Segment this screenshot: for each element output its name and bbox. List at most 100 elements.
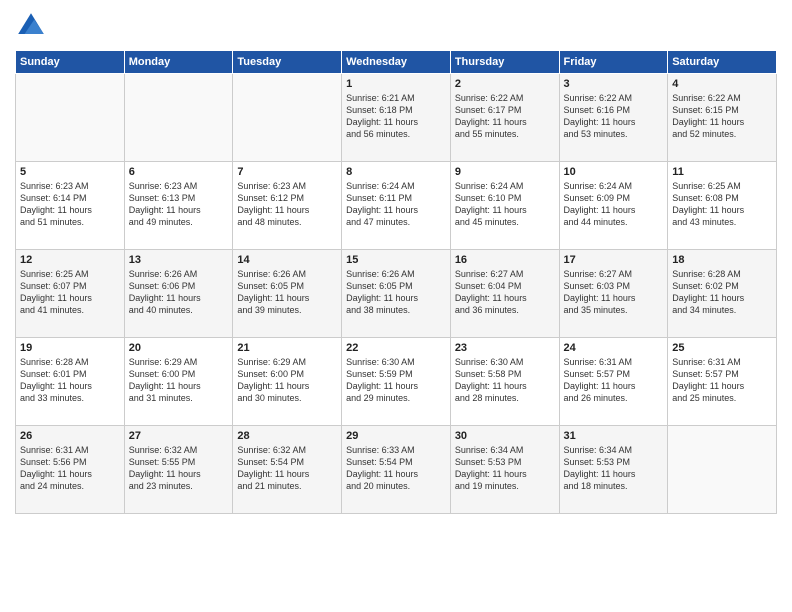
- calendar-cell: 14 Sunrise: 6:26 AM Sunset: 6:05 PM Dayli…: [233, 250, 342, 338]
- calendar-cell: 2 Sunrise: 6:22 AM Sunset: 6:17 PM Daylig…: [450, 74, 559, 162]
- day-number: 27: [129, 430, 229, 442]
- calendar-cell: [233, 74, 342, 162]
- day-info: Sunrise: 6:26 AM Sunset: 6:05 PM Dayligh…: [346, 268, 446, 317]
- calendar-cell: 1Sunrise: 6:21 AM Sunset: 6:18 PM Daylig…: [342, 74, 451, 162]
- logo: [15, 10, 51, 42]
- calendar-week-row: 5 Sunrise: 6:23 AM Sunset: 6:14 PM Daylig…: [16, 162, 777, 250]
- day-info: Sunrise: 6:31 AM Sunset: 5:57 PM Dayligh…: [672, 356, 772, 405]
- calendar-week-row: 19 Sunrise: 6:28 AM Sunset: 6:01 PM Dayli…: [16, 338, 777, 426]
- day-info: Sunrise: 6:26 AM Sunset: 6:06 PM Dayligh…: [129, 268, 229, 317]
- calendar-cell: 12Sunrise: 6:25 AM Sunset: 6:07 PM Dayli…: [16, 250, 125, 338]
- day-number: 24: [564, 342, 664, 354]
- calendar-cell: 24 Sunrise: 6:31 AM Sunset: 5:57 PM Dayli…: [559, 338, 668, 426]
- calendar-cell: 17 Sunrise: 6:27 AM Sunset: 6:03 PM Dayli…: [559, 250, 668, 338]
- day-info: Sunrise: 6:34 AM Sunset: 5:53 PM Dayligh…: [564, 444, 664, 493]
- day-info: Sunrise: 6:24 AM Sunset: 6:10 PM Dayligh…: [455, 180, 555, 229]
- calendar-cell: 22Sunrise: 6:30 AM Sunset: 5:59 PM Dayli…: [342, 338, 451, 426]
- calendar-header-sunday: Sunday: [16, 51, 125, 74]
- calendar-table: SundayMondayTuesdayWednesdayThursdayFrid…: [15, 50, 777, 514]
- calendar-cell: [124, 74, 233, 162]
- day-number: 11: [672, 166, 772, 178]
- day-number: 16: [455, 254, 555, 266]
- day-info: Sunrise: 6:22 AM Sunset: 6:16 PM Dayligh…: [564, 92, 664, 141]
- day-info: Sunrise: 6:31 AM Sunset: 5:56 PM Dayligh…: [20, 444, 120, 493]
- day-number: 30: [455, 430, 555, 442]
- calendar-week-row: 12Sunrise: 6:25 AM Sunset: 6:07 PM Dayli…: [16, 250, 777, 338]
- calendar-cell: 5 Sunrise: 6:23 AM Sunset: 6:14 PM Daylig…: [16, 162, 125, 250]
- day-info: Sunrise: 6:32 AM Sunset: 5:55 PM Dayligh…: [129, 444, 229, 493]
- day-number: 23: [455, 342, 555, 354]
- calendar-header-saturday: Saturday: [668, 51, 777, 74]
- calendar-header-row: SundayMondayTuesdayWednesdayThursdayFrid…: [16, 51, 777, 74]
- calendar-cell: 29 Sunrise: 6:33 AM Sunset: 5:54 PM Dayli…: [342, 426, 451, 514]
- day-number: 13: [129, 254, 229, 266]
- calendar-cell: 31 Sunrise: 6:34 AM Sunset: 5:53 PM Dayli…: [559, 426, 668, 514]
- day-number: 19: [20, 342, 120, 354]
- calendar-cell: 25 Sunrise: 6:31 AM Sunset: 5:57 PM Dayli…: [668, 338, 777, 426]
- day-number: 3: [564, 78, 664, 90]
- calendar-cell: 4Sunrise: 6:22 AM Sunset: 6:15 PM Daylig…: [668, 74, 777, 162]
- day-info: Sunrise: 6:29 AM Sunset: 6:00 PM Dayligh…: [129, 356, 229, 405]
- day-number: 28: [237, 430, 337, 442]
- header: [15, 10, 777, 42]
- day-number: 12: [20, 254, 120, 266]
- day-number: 14: [237, 254, 337, 266]
- day-info: Sunrise: 6:28 AM Sunset: 6:02 PM Dayligh…: [672, 268, 772, 317]
- calendar-header-monday: Monday: [124, 51, 233, 74]
- day-number: 9: [455, 166, 555, 178]
- calendar-cell: 15 Sunrise: 6:26 AM Sunset: 6:05 PM Dayli…: [342, 250, 451, 338]
- calendar-cell: 23Sunrise: 6:30 AM Sunset: 5:58 PM Dayli…: [450, 338, 559, 426]
- calendar-cell: [16, 74, 125, 162]
- day-info: Sunrise: 6:23 AM Sunset: 6:14 PM Dayligh…: [20, 180, 120, 229]
- day-number: 4: [672, 78, 772, 90]
- day-info: Sunrise: 6:33 AM Sunset: 5:54 PM Dayligh…: [346, 444, 446, 493]
- calendar-cell: 20 Sunrise: 6:29 AM Sunset: 6:00 PM Dayli…: [124, 338, 233, 426]
- calendar-cell: 27 Sunrise: 6:32 AM Sunset: 5:55 PM Dayli…: [124, 426, 233, 514]
- day-number: 17: [564, 254, 664, 266]
- day-number: 5: [20, 166, 120, 178]
- day-number: 29: [346, 430, 446, 442]
- logo-icon: [15, 10, 47, 42]
- calendar-cell: 3 Sunrise: 6:22 AM Sunset: 6:16 PM Daylig…: [559, 74, 668, 162]
- day-number: 2: [455, 78, 555, 90]
- day-info: Sunrise: 6:28 AM Sunset: 6:01 PM Dayligh…: [20, 356, 120, 405]
- day-info: Sunrise: 6:25 AM Sunset: 6:08 PM Dayligh…: [672, 180, 772, 229]
- calendar-cell: 19 Sunrise: 6:28 AM Sunset: 6:01 PM Dayli…: [16, 338, 125, 426]
- calendar-cell: 8 Sunrise: 6:24 AM Sunset: 6:11 PM Daylig…: [342, 162, 451, 250]
- day-info: Sunrise: 6:23 AM Sunset: 6:12 PM Dayligh…: [237, 180, 337, 229]
- calendar-cell: 26 Sunrise: 6:31 AM Sunset: 5:56 PM Dayli…: [16, 426, 125, 514]
- day-info: Sunrise: 6:22 AM Sunset: 6:17 PM Dayligh…: [455, 92, 555, 141]
- calendar-header-friday: Friday: [559, 51, 668, 74]
- calendar-header-tuesday: Tuesday: [233, 51, 342, 74]
- day-info: Sunrise: 6:23 AM Sunset: 6:13 PM Dayligh…: [129, 180, 229, 229]
- day-number: 25: [672, 342, 772, 354]
- day-info: Sunrise: 6:27 AM Sunset: 6:03 PM Dayligh…: [564, 268, 664, 317]
- day-number: 26: [20, 430, 120, 442]
- day-info: Sunrise: 6:21 AM Sunset: 6:18 PM Dayligh…: [346, 92, 446, 141]
- calendar-cell: 16Sunrise: 6:27 AM Sunset: 6:04 PM Dayli…: [450, 250, 559, 338]
- day-number: 21: [237, 342, 337, 354]
- calendar-cell: 18 Sunrise: 6:28 AM Sunset: 6:02 PM Dayli…: [668, 250, 777, 338]
- day-number: 10: [564, 166, 664, 178]
- calendar-header-wednesday: Wednesday: [342, 51, 451, 74]
- calendar-cell: [668, 426, 777, 514]
- day-info: Sunrise: 6:30 AM Sunset: 5:59 PM Dayligh…: [346, 356, 446, 405]
- calendar-cell: 11 Sunrise: 6:25 AM Sunset: 6:08 PM Dayli…: [668, 162, 777, 250]
- calendar-cell: 9 Sunrise: 6:24 AM Sunset: 6:10 PM Daylig…: [450, 162, 559, 250]
- calendar-cell: 13 Sunrise: 6:26 AM Sunset: 6:06 PM Dayli…: [124, 250, 233, 338]
- calendar-cell: 30Sunrise: 6:34 AM Sunset: 5:53 PM Dayli…: [450, 426, 559, 514]
- day-info: Sunrise: 6:24 AM Sunset: 6:11 PM Dayligh…: [346, 180, 446, 229]
- calendar-week-row: 26 Sunrise: 6:31 AM Sunset: 5:56 PM Dayli…: [16, 426, 777, 514]
- day-number: 18: [672, 254, 772, 266]
- day-info: Sunrise: 6:26 AM Sunset: 6:05 PM Dayligh…: [237, 268, 337, 317]
- calendar-week-row: 1Sunrise: 6:21 AM Sunset: 6:18 PM Daylig…: [16, 74, 777, 162]
- calendar-header-thursday: Thursday: [450, 51, 559, 74]
- day-number: 15: [346, 254, 446, 266]
- day-number: 7: [237, 166, 337, 178]
- calendar-cell: 7 Sunrise: 6:23 AM Sunset: 6:12 PM Daylig…: [233, 162, 342, 250]
- calendar-cell: 10Sunrise: 6:24 AM Sunset: 6:09 PM Dayli…: [559, 162, 668, 250]
- day-number: 20: [129, 342, 229, 354]
- day-info: Sunrise: 6:31 AM Sunset: 5:57 PM Dayligh…: [564, 356, 664, 405]
- day-number: 8: [346, 166, 446, 178]
- day-number: 31: [564, 430, 664, 442]
